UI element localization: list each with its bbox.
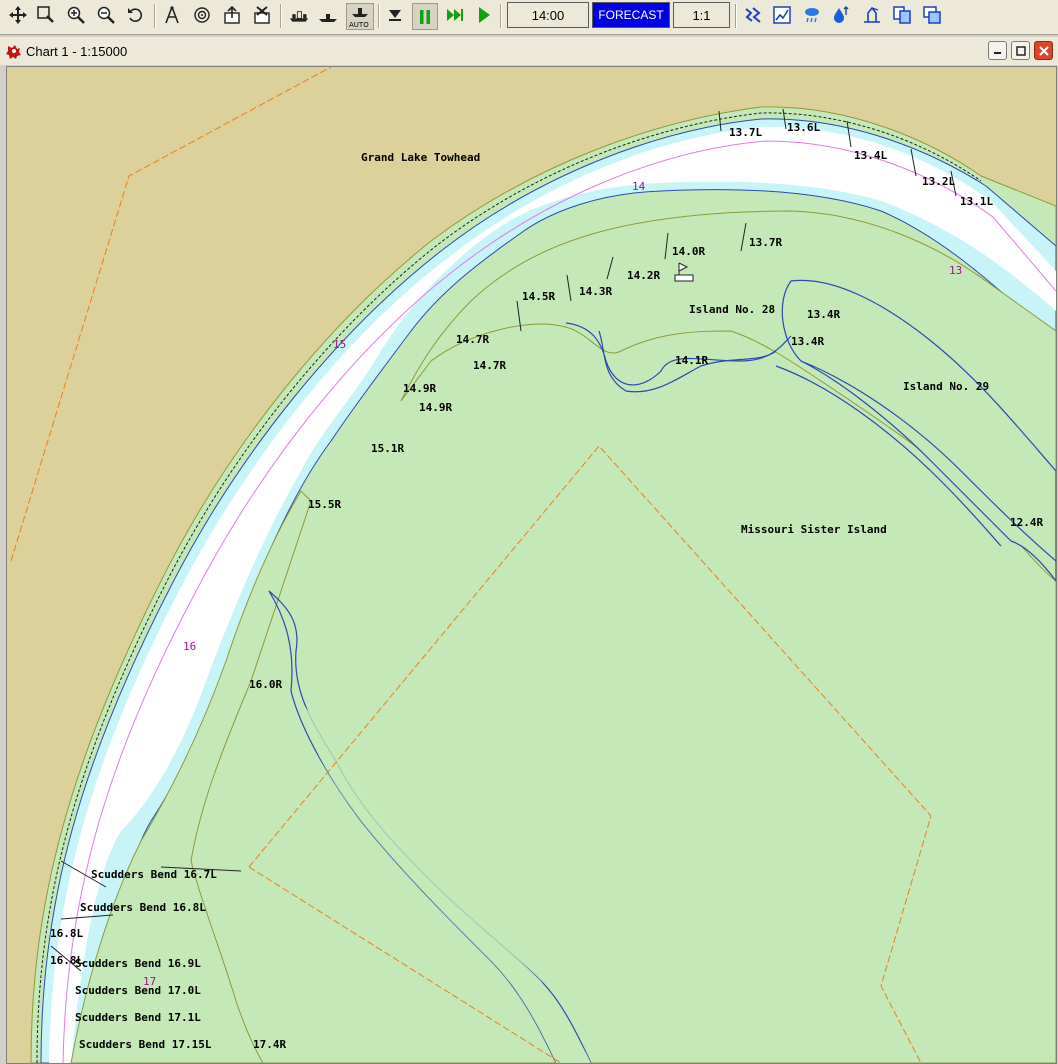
mile-marker[interactable]: 14.9R: [403, 382, 436, 395]
minimize-button[interactable]: [988, 41, 1007, 60]
undo-icon[interactable]: [124, 3, 148, 27]
chart-app-icon: [6, 45, 21, 59]
boat-icon[interactable]: [316, 3, 340, 27]
mile-marker[interactable]: 15.5R: [308, 498, 341, 511]
toolbar-separator: [735, 4, 737, 28]
zoom-window-icon[interactable]: [34, 3, 58, 27]
skip-down-icon[interactable]: [383, 3, 407, 27]
toolbar-separator: [154, 4, 156, 28]
graph-icon[interactable]: [770, 3, 794, 27]
toolbar-separator: [378, 4, 380, 28]
close-icon: [1038, 45, 1049, 56]
mile-marker[interactable]: 16.0R: [249, 678, 282, 691]
bend-label[interactable]: Scudders Bend 17.15L: [79, 1038, 212, 1051]
weather-icon[interactable]: [800, 3, 824, 27]
mile-marker[interactable]: 14.5R: [522, 290, 555, 303]
tow-boat-icon[interactable]: [286, 3, 312, 27]
chart-map-viewport[interactable]: 14 13 15 16 17 Grand Lake Towhead Island…: [6, 66, 1057, 1064]
mile-marker[interactable]: 13.4R: [807, 308, 840, 321]
bend-label[interactable]: Scudders Bend 16.9L: [75, 957, 201, 970]
pan-icon[interactable]: [6, 3, 30, 27]
mile-marker[interactable]: 15.1R: [371, 442, 404, 455]
fast-forward-icon[interactable]: [443, 3, 467, 27]
mile-marker[interactable]: 12.4R: [1010, 516, 1043, 529]
river-mile-label: 16: [183, 640, 196, 653]
minimize-icon: [994, 52, 1001, 54]
mile-marker[interactable]: 14.9R: [419, 401, 452, 414]
delete-icon[interactable]: [250, 3, 274, 27]
bend-label[interactable]: Scudders Bend 17.1L: [75, 1011, 201, 1024]
bend-label[interactable]: Scudders Bend 16.8L: [80, 901, 206, 914]
auto-label: AUTO: [349, 21, 369, 29]
compass-icon[interactable]: [160, 3, 184, 27]
mile-marker[interactable]: 14.7R: [473, 359, 506, 372]
mile-marker[interactable]: 14.1R: [675, 354, 708, 367]
mile-marker[interactable]: 14.2R: [627, 269, 660, 282]
maximize-icon: [1015, 45, 1026, 56]
target-icon[interactable]: [190, 3, 214, 27]
mile-marker[interactable]: 13.4L: [854, 149, 887, 162]
scale-display[interactable]: 1:1: [673, 2, 730, 28]
mile-marker[interactable]: 13.2L: [922, 175, 955, 188]
mile-marker[interactable]: 16.8L: [50, 927, 83, 940]
main-toolbar: AUTO 14:00 FORECAST 1:1: [0, 0, 1058, 35]
mile-marker[interactable]: 14.3R: [579, 285, 612, 298]
auto-mode-button[interactable]: AUTO: [346, 3, 374, 30]
place-name: Grand Lake Towhead: [361, 151, 480, 164]
chart-window: Chart 1 - 1:15000 14 13 15 16 17 Grand L…: [0, 37, 1058, 1064]
mile-marker[interactable]: 13.7L: [729, 126, 762, 139]
mile-marker[interactable]: 13.6L: [787, 121, 820, 134]
export-icon[interactable]: [220, 3, 244, 27]
mile-marker[interactable]: 14.0R: [672, 245, 705, 258]
close-button[interactable]: [1034, 41, 1053, 60]
mile-marker[interactable]: 17.4R: [253, 1038, 286, 1051]
river-mile-label: 15: [333, 338, 346, 351]
water-level-icon[interactable]: [830, 3, 854, 27]
toolbar-separator: [280, 4, 282, 28]
forecast-button[interactable]: FORECAST: [592, 2, 670, 28]
toolbar-separator: [500, 4, 502, 28]
station-icon[interactable]: [860, 3, 884, 27]
zoom-out-icon[interactable]: [94, 3, 118, 27]
mile-marker[interactable]: 13.7R: [749, 236, 782, 249]
time-display[interactable]: 14:00: [507, 2, 589, 28]
mile-marker[interactable]: 13.1L: [960, 195, 993, 208]
place-name: Island No. 28: [689, 303, 775, 316]
place-name: Island No. 29: [903, 380, 989, 393]
window-title: Chart 1 - 1:15000: [26, 44, 128, 59]
play-icon[interactable]: [472, 3, 496, 27]
bend-label[interactable]: Scudders Bend 16.7L: [91, 868, 217, 881]
maximize-button[interactable]: [1011, 41, 1030, 60]
place-name: Missouri Sister Island: [741, 523, 887, 536]
river-mile-label: 14: [632, 180, 646, 193]
zoom-in-icon[interactable]: [64, 3, 88, 27]
bend-label[interactable]: Scudders Bend 17.0L: [75, 984, 201, 997]
mile-marker[interactable]: 14.7R: [456, 333, 489, 346]
river-mile-label: 13: [949, 264, 962, 277]
window-titlebar[interactable]: Chart 1 - 1:15000: [0, 37, 1058, 65]
mile-marker[interactable]: 13.4R: [791, 335, 824, 348]
windows-icon[interactable]: [920, 3, 944, 27]
route-icon[interactable]: [741, 3, 765, 27]
nautical-chart[interactable]: 14 13 15 16 17 Grand Lake Towhead Island…: [7, 67, 1056, 1063]
pause-button[interactable]: [412, 3, 438, 30]
copy-icon[interactable]: [890, 3, 914, 27]
